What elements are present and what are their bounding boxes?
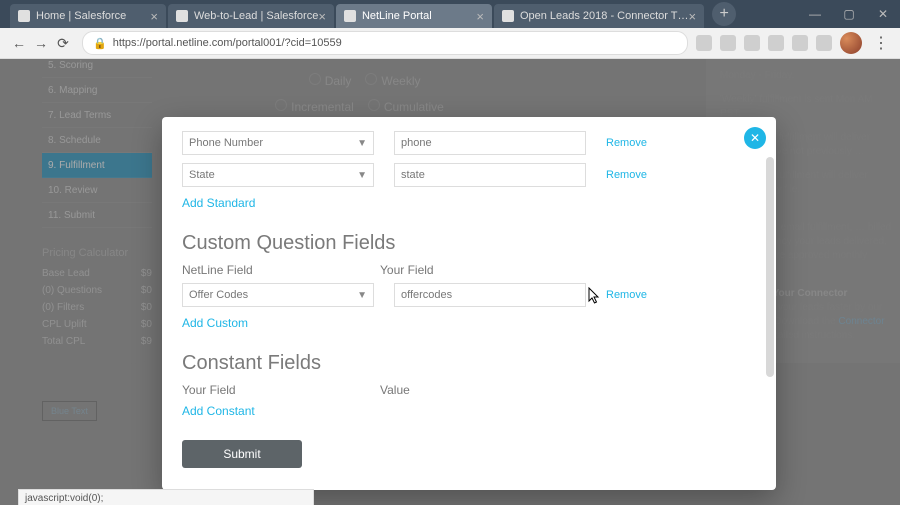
maximize-icon[interactable]: ▢ <box>832 0 866 28</box>
standard-field-row: State▼ state Remove <box>182 163 748 187</box>
extension-icons: ⋮ <box>696 32 892 54</box>
modal-close-button[interactable]: ✕ <box>744 127 766 149</box>
custom-field-row: Offer Codes▼ offercodes Remove <box>182 283 748 307</box>
minimize-icon[interactable]: — <box>798 0 832 28</box>
remove-link[interactable]: Remove <box>606 137 647 149</box>
chevron-down-icon: ▼ <box>357 138 367 149</box>
your-field-input[interactable]: offercodes <box>394 283 586 307</box>
netline-field-select[interactable]: Offer Codes▼ <box>182 283 374 307</box>
page-body: Fulfillment Frequency Daily Weekly Fulfi… <box>0 59 900 505</box>
profile-avatar[interactable] <box>840 32 862 54</box>
favicon <box>344 10 356 22</box>
new-tab-button[interactable]: + <box>712 2 736 26</box>
browser-toolbar: ← → ⟳ 🔒 https://portal.netline.com/porta… <box>0 28 900 59</box>
netline-field-select[interactable]: Phone Number▼ <box>182 131 374 155</box>
extension-icon[interactable] <box>768 35 784 51</box>
your-field-input[interactable]: phone <box>394 131 586 155</box>
browser-tab-strip: Home | Salesforce × Web-to-Lead | Salesf… <box>0 0 900 28</box>
browser-tab[interactable]: Home | Salesforce × <box>10 4 166 28</box>
close-icon[interactable]: × <box>689 10 697 23</box>
extension-icon[interactable] <box>816 35 832 51</box>
reload-button[interactable]: ⟳ <box>52 32 74 54</box>
add-constant-link[interactable]: Add Constant <box>182 404 255 418</box>
netline-field-select[interactable]: State▼ <box>182 163 374 187</box>
back-button[interactable]: ← <box>8 32 30 54</box>
tab-label: Open Leads 2018 - Connector T… <box>520 10 689 22</box>
chevron-down-icon: ▼ <box>357 170 367 181</box>
address-bar[interactable]: 🔒 https://portal.netline.com/portal001/?… <box>82 31 688 55</box>
favicon <box>18 10 30 22</box>
field-mapping-modal: ✕ Phone Number▼ phone Remove State▼ stat… <box>162 117 776 490</box>
tab-label: Home | Salesforce <box>36 10 126 22</box>
standard-field-row: Phone Number▼ phone Remove <box>182 131 748 155</box>
column-headers: Your FieldValue <box>182 383 748 397</box>
extension-icon[interactable] <box>696 35 712 51</box>
browser-tab[interactable]: Open Leads 2018 - Connector T… × <box>494 4 704 28</box>
extension-icon[interactable] <box>744 35 760 51</box>
close-icon[interactable]: × <box>150 10 158 23</box>
chevron-down-icon: ▼ <box>357 290 367 301</box>
column-headers: NetLine FieldYour Field <box>182 263 748 277</box>
forward-button[interactable]: → <box>30 32 52 54</box>
window-controls: — ▢ ✕ <box>798 0 900 28</box>
extension-icon[interactable] <box>720 35 736 51</box>
tab-label: Web-to-Lead | Salesforce <box>194 10 318 22</box>
remove-link[interactable]: Remove <box>606 169 647 181</box>
close-window-icon[interactable]: ✕ <box>866 0 900 28</box>
favicon <box>176 10 188 22</box>
extension-icon[interactable] <box>792 35 808 51</box>
scrollbar-thumb[interactable] <box>766 157 774 377</box>
close-icon[interactable]: × <box>318 10 326 23</box>
url-text: https://portal.netline.com/portal001/?ci… <box>113 37 342 49</box>
lock-icon: 🔒 <box>93 37 107 50</box>
status-bar: javascript:void(0); <box>18 489 314 505</box>
custom-fields-heading: Custom Question Fields <box>182 232 748 255</box>
add-custom-link[interactable]: Add Custom <box>182 316 248 330</box>
add-standard-link[interactable]: Add Standard <box>182 196 255 210</box>
menu-icon[interactable]: ⋮ <box>870 33 892 53</box>
favicon <box>502 10 514 22</box>
close-icon[interactable]: × <box>476 10 484 23</box>
submit-button[interactable]: Submit <box>182 440 302 468</box>
browser-tab[interactable]: Web-to-Lead | Salesforce × <box>168 4 334 28</box>
constant-fields-heading: Constant Fields <box>182 352 748 375</box>
browser-tab-active[interactable]: NetLine Portal × <box>336 4 492 28</box>
your-field-input[interactable]: state <box>394 163 586 187</box>
tab-label: NetLine Portal <box>362 10 432 22</box>
remove-link[interactable]: Remove <box>606 289 647 301</box>
